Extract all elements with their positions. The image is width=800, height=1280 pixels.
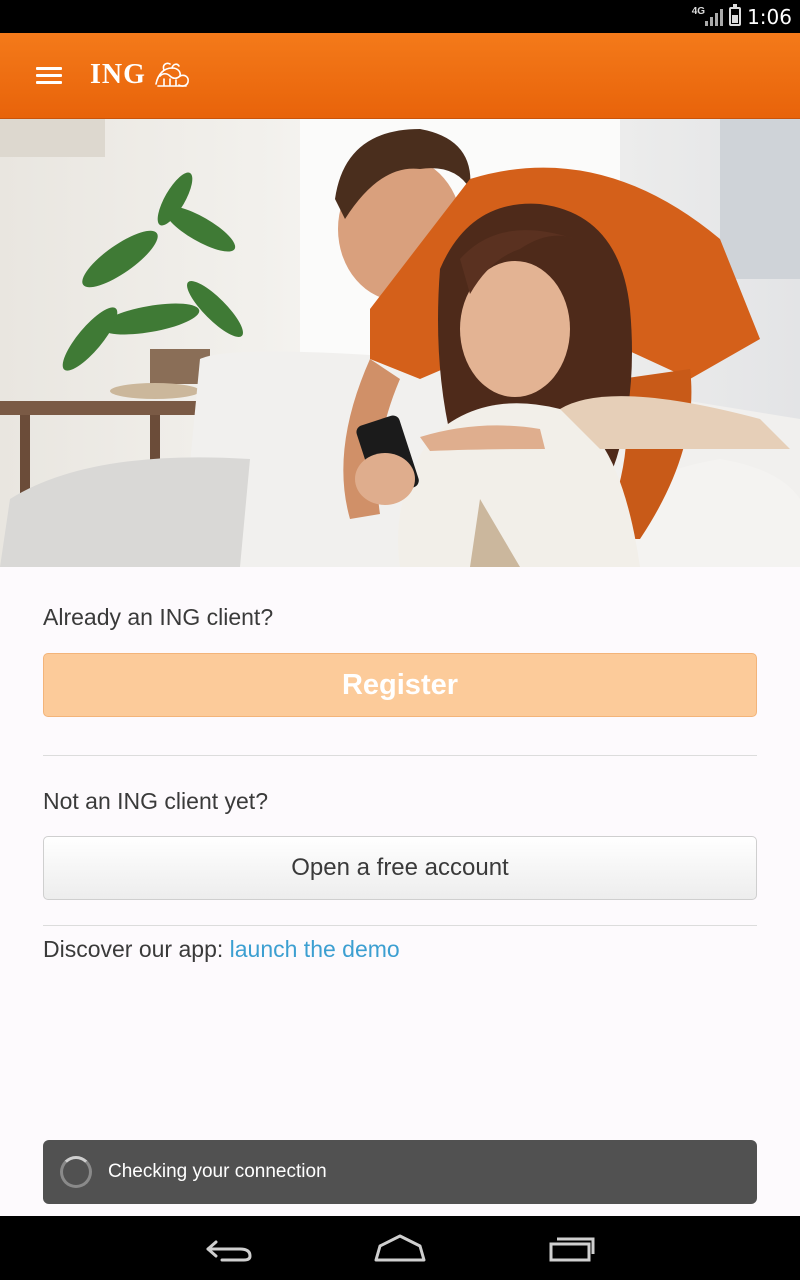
app-bar: ING [0, 33, 800, 119]
back-icon[interactable] [200, 1230, 260, 1266]
logo-text: ING [90, 59, 146, 90]
status-icons: 4G 1:06 [692, 0, 792, 33]
home-icon[interactable] [370, 1230, 430, 1266]
system-nav-bar [0, 1216, 800, 1280]
discover-app-line: Discover our app: launch the demo [43, 936, 400, 963]
launch-demo-link[interactable]: launch the demo [230, 936, 400, 962]
recent-apps-icon[interactable] [541, 1230, 601, 1266]
open-account-button[interactable]: Open a free account [43, 836, 757, 900]
hero-photo-couple-with-phone [0, 119, 800, 567]
network-type-label: 4G [691, 6, 706, 17]
lion-logo-icon [155, 62, 189, 87]
new-client-question: Not an ING client yet? [43, 788, 268, 814]
discover-label: Discover our app: [43, 936, 230, 962]
clock: 1:06 [747, 4, 792, 29]
loading-spinner-icon [60, 1156, 92, 1188]
status-bar: 4G 1:06 [0, 0, 800, 33]
existing-client-question: Already an ING client? [43, 604, 274, 630]
ing-logo: ING [90, 59, 194, 91]
connection-toast: Checking your connection [43, 1140, 757, 1204]
battery-icon [729, 4, 742, 26]
hamburger-menu-icon[interactable] [36, 67, 62, 87]
toast-message: Checking your connection [108, 1161, 327, 1182]
register-button[interactable]: Register [43, 653, 757, 717]
divider [43, 925, 757, 926]
divider [43, 755, 757, 756]
signal-icon [705, 8, 724, 26]
